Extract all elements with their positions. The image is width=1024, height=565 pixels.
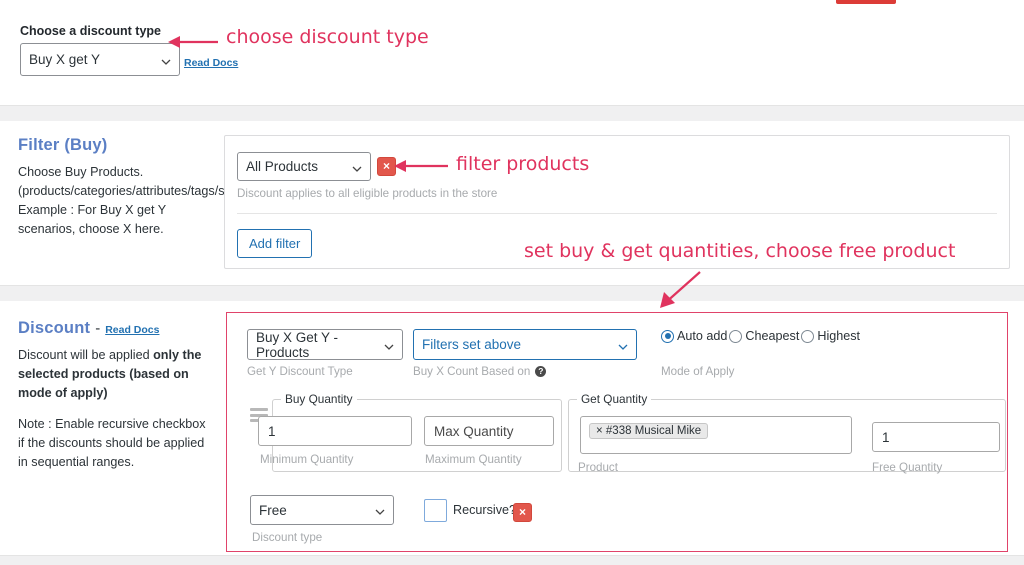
discount-type-select[interactable]: Buy X get Y <box>20 43 180 76</box>
filter-section-description: Choose Buy Products. (products/categorie… <box>18 165 242 236</box>
discount-section-title: Discount <box>18 319 91 337</box>
discount-section-title-group: Discount - Read Docs <box>18 319 159 338</box>
filter-divider <box>237 213 997 214</box>
discount-description-paragraph-2: Note : Enable recursive checkbox if the … <box>18 417 206 469</box>
radio-label-auto-add: Auto add <box>677 329 728 343</box>
maximum-quantity-input[interactable]: Max Quantity <box>424 416 554 446</box>
get-y-discount-type-label: Get Y Discount Type <box>247 365 353 378</box>
maximum-quantity-label: Maximum Quantity <box>425 453 522 466</box>
buy-x-count-based-on-value: Filters set above <box>422 337 522 352</box>
get-y-discount-type-select[interactable]: Buy X Get Y - Products <box>247 329 403 360</box>
chevron-down-icon <box>352 162 362 172</box>
annotation-set-quantities: set buy & get quantities, choose free pr… <box>524 240 956 262</box>
title-dash: - <box>95 320 101 337</box>
read-docs-link-discount[interactable]: Read Docs <box>105 324 159 336</box>
mode-of-apply-label: Mode of Apply <box>661 365 735 378</box>
discount-type-sublabel: Discount type <box>252 531 323 544</box>
radio-indicator-auto-add <box>661 329 674 343</box>
filter-product-scope-select[interactable]: All Products <box>237 152 371 181</box>
minimum-quantity-label: Minimum Quantity <box>260 453 354 466</box>
free-quantity-input[interactable]: 1 <box>872 422 1000 452</box>
page-root: Choose a discount type Buy X get Y Read … <box>0 0 1024 565</box>
discount-type-free-value: Free <box>259 502 287 518</box>
radio-cheapest[interactable]: Cheapest <box>729 329 801 343</box>
get-quantity-legend: Get Quantity <box>581 392 648 406</box>
chevron-down-icon <box>161 55 171 65</box>
radio-auto-add[interactable]: Auto add <box>661 329 729 343</box>
chevron-down-icon <box>384 340 394 350</box>
info-icon[interactable]: ? <box>535 366 547 377</box>
discount-type-free-select[interactable]: Free <box>250 495 394 525</box>
discount-section-description: Discount will be applied only the select… <box>18 346 214 484</box>
radio-label-cheapest: Cheapest <box>745 329 800 343</box>
get-y-discount-type-value: Buy X Get Y - Products <box>256 329 339 360</box>
mode-of-apply-radio-group: Auto add Cheapest Highest <box>661 329 862 343</box>
product-chip[interactable]: × #338 Musical Mike <box>589 423 709 439</box>
filter-section-title: Filter (Buy) <box>18 136 108 154</box>
remove-discount-rule-button[interactable]: × <box>513 503 532 522</box>
radio-indicator-cheapest <box>729 329 743 343</box>
buy-x-count-based-on-label-group: Buy X Count Based on ? <box>413 365 547 378</box>
buy-quantity-legend: Buy Quantity <box>285 392 353 406</box>
drag-handle-bar <box>250 408 268 411</box>
buy-x-count-based-on-select[interactable]: Filters set above <box>413 329 637 360</box>
buy-x-count-based-on-label: Buy X Count Based on <box>413 365 531 378</box>
discount-description-plain: Discount will be applied <box>18 348 154 362</box>
product-label: Product <box>578 461 618 474</box>
annotation-filter-products: filter products <box>456 153 590 175</box>
product-multiselect-input[interactable]: × #338 Musical Mike <box>580 416 852 454</box>
free-quantity-label: Free Quantity <box>872 461 943 474</box>
add-filter-button[interactable]: Add filter <box>237 229 313 258</box>
discount-type-label: Choose a discount type <box>20 24 161 38</box>
product-chip-label: × #338 Musical Mike <box>596 425 702 437</box>
read-docs-link-discount-type[interactable]: Read Docs <box>184 57 238 69</box>
remove-filter-button[interactable]: × <box>377 157 396 176</box>
chevron-down-icon <box>375 505 385 515</box>
partial-red-button-topbar[interactable] <box>836 0 896 4</box>
discount-type-select-value: Buy X get Y <box>29 52 101 67</box>
recursive-label: Recursive? <box>453 503 516 517</box>
discount-description-paragraph-1: Discount will be applied only the select… <box>18 346 214 403</box>
recursive-checkbox[interactable] <box>424 499 447 522</box>
filter-help-text: Discount applies to all eligible product… <box>237 187 498 200</box>
discount-type-section: Choose a discount type Buy X get Y Read … <box>0 8 1024 106</box>
radio-highest[interactable]: Highest <box>801 329 862 343</box>
radio-label-highest: Highest <box>817 329 861 343</box>
close-icon: × <box>382 159 390 173</box>
chevron-down-icon <box>618 340 628 350</box>
minimum-quantity-input[interactable]: 1 <box>258 416 412 446</box>
close-icon: × <box>518 505 526 519</box>
radio-indicator-highest <box>801 329 815 343</box>
filter-product-scope-value: All Products <box>246 159 319 174</box>
annotation-choose-discount-type: choose discount type <box>226 26 429 48</box>
